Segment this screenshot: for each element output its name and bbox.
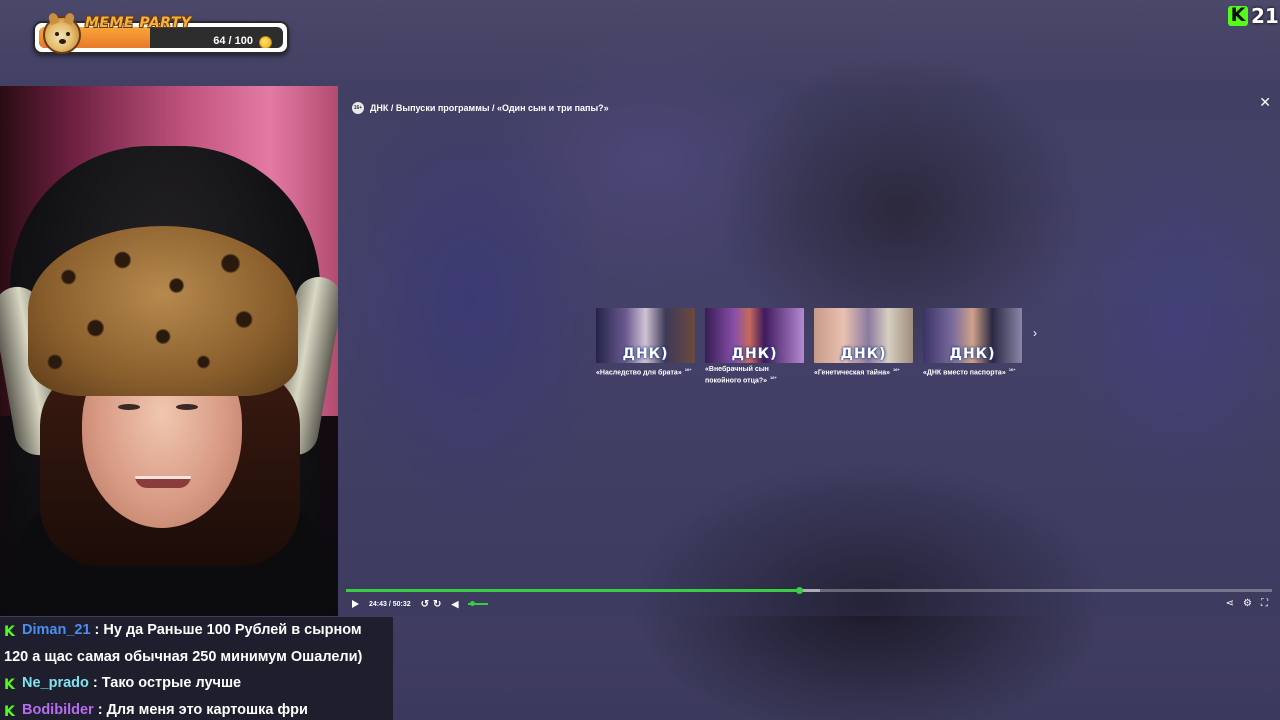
recommendation-thumbnail: ДНК) bbox=[596, 308, 695, 363]
dnk-logo: ДНК) bbox=[840, 346, 887, 362]
coin-icon bbox=[259, 36, 272, 48]
channel-logo-icon: 16+ bbox=[352, 102, 364, 114]
dnk-logo: ДНК) bbox=[731, 346, 778, 362]
settings-gear-icon[interactable]: ⚙ bbox=[1243, 598, 1252, 609]
dnk-logo: ДНК) bbox=[622, 346, 669, 362]
breadcrumb-text[interactable]: ДНК / Выпуски программы / «Один сын и тр… bbox=[370, 103, 609, 113]
video-player[interactable]: 16+ ДНК / Выпуски программы / «Один сын … bbox=[338, 86, 1280, 616]
recommendation-title: «Наследство для брата» bbox=[596, 369, 682, 377]
kick-logo-icon: K bbox=[1228, 4, 1248, 26]
recommendation-card[interactable]: ДНК) «Генетическая тайна» 16+ bbox=[814, 308, 913, 385]
chat-text: : Для меня это картошка фри bbox=[97, 701, 308, 718]
rewind-button[interactable]: ↺ bbox=[421, 599, 429, 610]
webcam-feed bbox=[0, 86, 338, 616]
chat-text: 120 а щас самая обычная 250 минимум Ошал… bbox=[4, 648, 363, 665]
meme-party-widget: 64 / 100 MEME PARTY bbox=[33, 15, 289, 54]
age-rating: 16+ bbox=[770, 375, 777, 380]
platform-logo: K 21 bbox=[1228, 4, 1279, 28]
chat-message: K Ne_prado : Тако острые лучше bbox=[0, 670, 393, 697]
play-icon bbox=[352, 600, 359, 608]
kick-badge-icon: K bbox=[4, 677, 15, 693]
player-right-controls: ⋖ ⚙ ⛶ bbox=[1226, 598, 1268, 609]
seek-handle[interactable] bbox=[795, 587, 803, 594]
chat-text: : Тако острые лучше bbox=[92, 675, 242, 691]
recommendation-card[interactable]: ДНК) «Наследство для брата» 16+ bbox=[596, 308, 695, 385]
age-rating: 16+ bbox=[684, 367, 692, 372]
chat-username[interactable]: Bodibilder bbox=[22, 702, 94, 718]
volume-slider[interactable] bbox=[468, 601, 489, 606]
breadcrumb: 16+ ДНК / Выпуски программы / «Один сын … bbox=[352, 102, 609, 114]
chat-username[interactable]: Ne_prado bbox=[22, 675, 89, 691]
recommendation-thumbnail: ДНК) bbox=[814, 308, 913, 363]
chat-overlay: K Diman_21 : Ну да Раньше 100 Рублей в сы… bbox=[0, 617, 393, 720]
volume-icon[interactable]: ◀ bbox=[451, 599, 458, 610]
recommendation-thumbnail: ДНК) bbox=[923, 308, 1022, 363]
progress-fill bbox=[346, 589, 799, 592]
chat-message: K Diman_21 : Ну да Раньше 100 Рублей в сы… bbox=[0, 617, 393, 644]
kick-badge-icon: K bbox=[4, 703, 15, 720]
forward-button[interactable]: ↻ bbox=[433, 599, 441, 610]
player-controls: 24:43 / 50:32 ↺ ↻ ◀ bbox=[352, 598, 489, 610]
fullscreen-icon[interactable]: ⛶ bbox=[1261, 598, 1268, 609]
seek-bar[interactable] bbox=[346, 587, 1272, 594]
recommendation-card[interactable]: ДНК) «Внебрачный сын покойного отца?» 16+ bbox=[705, 308, 804, 385]
leopard-hat bbox=[28, 226, 298, 396]
recommendation-title: «ДНК вместо паспорта» bbox=[923, 369, 1006, 377]
recommendation-title: «Генетическая тайна» bbox=[814, 369, 890, 377]
doge-icon bbox=[43, 16, 81, 54]
play-button[interactable] bbox=[352, 600, 359, 608]
chevron-right-icon[interactable]: › bbox=[1033, 326, 1037, 340]
kick-badge-icon: K bbox=[4, 624, 15, 640]
recommendation-card[interactable]: ДНК) «ДНК вместо паспорта» 16+ bbox=[923, 308, 1022, 385]
age-rating: 16+ bbox=[892, 367, 900, 372]
share-icon[interactable]: ⋖ bbox=[1226, 598, 1234, 609]
chat-username[interactable]: Diman_21 bbox=[22, 622, 91, 638]
meme-party-title: MEME PARTY bbox=[85, 15, 192, 31]
chat-message-continued: 120 а щас самая обычная 250 минимум Ошал… bbox=[0, 644, 393, 671]
recommendations-list: ДНК) «Наследство для брата» 16+ ДНК) «Вне… bbox=[596, 308, 1022, 385]
dnk-logo: ДНК) bbox=[949, 346, 996, 362]
platform-number: 21 bbox=[1251, 4, 1279, 28]
chat-text: : Ну да Раньше 100 Рублей в сырном bbox=[94, 622, 362, 638]
recommendation-title: «Внебрачный сын покойного отца?» bbox=[705, 366, 769, 385]
age-rating: 16+ bbox=[1008, 367, 1016, 372]
close-icon[interactable]: ✕ bbox=[1259, 94, 1271, 111]
meme-party-count: 64 / 100 bbox=[213, 35, 253, 47]
recommendation-thumbnail: ДНК) bbox=[705, 308, 804, 363]
chat-message: K Bodibilder : Для меня это картошка фри bbox=[0, 697, 393, 720]
time-display: 24:43 / 50:32 bbox=[369, 600, 411, 608]
